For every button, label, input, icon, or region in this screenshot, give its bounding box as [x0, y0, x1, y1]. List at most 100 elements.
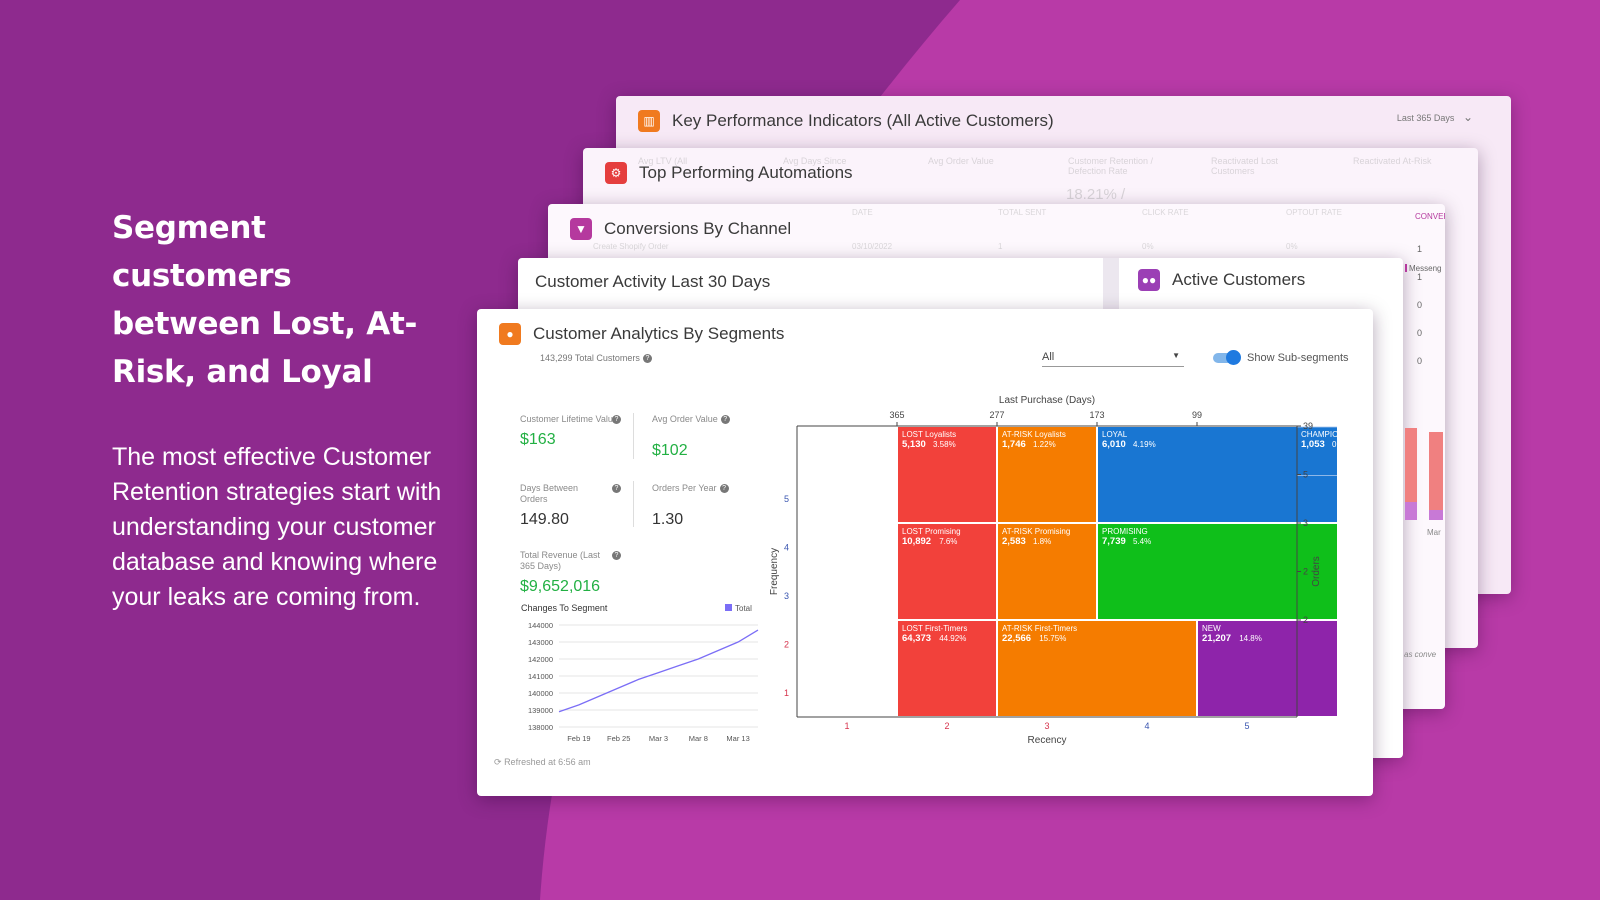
y-tick-label: 3	[784, 591, 789, 601]
toggle-label: Show Sub-segments	[1247, 352, 1349, 364]
segment-matrix-chart: Last Purchase (Days) 365 277 173 99 LOST Loya…	[769, 395, 1337, 746]
y-tick-label: 138000	[528, 723, 553, 732]
conversions-footer: as conve	[1404, 650, 1437, 659]
help-icon[interactable]: ?	[642, 354, 652, 364]
chevron-down-icon: ⌄	[1462, 110, 1473, 124]
segment-count: 6,010	[1102, 439, 1126, 450]
hero-body: The most effective Customer Retention st…	[112, 443, 442, 611]
hero-heading: Segment customers between Lost, At-Risk,…	[112, 210, 418, 390]
top-tick-label: 365	[889, 410, 904, 420]
x-tick-label: Mar 13	[726, 734, 749, 741]
segment-percent: 5.4%	[1133, 537, 1151, 546]
metric-ltv-label: Customer Lifetime Value	[520, 414, 618, 424]
segment-count: 21,207	[1202, 633, 1231, 644]
metric-revenue: Total Revenue (Last 365 Days) $9,652,016	[520, 550, 610, 596]
segment-name: LOYAL	[1102, 430, 1128, 439]
metric-orders-label: Orders Per Year	[652, 483, 717, 493]
legend-swatch	[1405, 264, 1407, 272]
metric-aov: Avg Order Value? $102	[652, 414, 762, 460]
y-tick-label: 5	[784, 494, 789, 504]
right-tick-label: 39	[1303, 421, 1313, 431]
right-tick-label: 3	[1303, 518, 1308, 528]
metric-orders-year: Orders Per Year? 1.30	[652, 483, 762, 529]
conversions-chart-fragment: Messeng Mar	[1405, 254, 1443, 554]
metric-aov-label: Avg Order Value	[652, 414, 718, 424]
segment-percent: 1.22%	[1033, 440, 1056, 449]
kpi-col-1: Avg LTV (All	[638, 156, 688, 166]
metric-ltv-value: $163	[520, 431, 556, 448]
help-icon[interactable]: ?	[612, 415, 621, 424]
top-tick-label: 277	[989, 410, 1004, 420]
metric-days-label: Days Between Orders	[520, 483, 579, 504]
segment-name: LOST First-Timers	[902, 624, 967, 633]
right-tick-label: 2	[1303, 615, 1308, 625]
segment-percent: 3.58%	[933, 440, 956, 449]
kpi-card-title: Key Performance Indicators (All Active C…	[672, 111, 1054, 130]
metric-orders-value: 1.30	[652, 511, 684, 528]
right-tick-label: 5	[1303, 470, 1308, 480]
active-customers-header: ●● Active Customers	[1138, 269, 1305, 291]
segment-name: PROMISING	[1102, 527, 1148, 536]
segment-count: 2,583	[1002, 536, 1026, 547]
help-icon[interactable]: ?	[719, 484, 729, 494]
top-tick-label: 99	[1192, 410, 1202, 420]
kpi-col-3: Avg Order Value	[928, 156, 994, 166]
total-customers: 143,299 Total Customers?	[540, 353, 652, 364]
x-axis-title: Recency	[1028, 735, 1067, 746]
segment-count: 10,892	[902, 536, 931, 547]
segment-filter-select[interactable]: All ▼	[1042, 351, 1184, 367]
y-tick-label: 2	[784, 639, 789, 649]
x-tick-label: Feb 25	[607, 734, 630, 741]
total-customers-label: 143,299 Total Customers	[540, 353, 640, 363]
date-range-select[interactable]: Last 365 Days ⌄	[1397, 110, 1473, 124]
segments-card-header: ● Customer Analytics By Segments	[499, 323, 784, 345]
kpi-card-header: ▥ Key Performance Indicators (All Active…	[638, 110, 1054, 132]
legend-label: Messeng	[1409, 264, 1442, 273]
auto-col-conv: CONVER	[1415, 212, 1445, 221]
sub-segments-toggle[interactable]: Show Sub-segments	[1213, 350, 1349, 365]
kpi-col-6: Reactivated At-Risk	[1353, 156, 1432, 166]
segment-name: LOST Loyalists	[902, 430, 956, 439]
y-tick-label: 1	[784, 688, 789, 698]
segment-count: 7,739	[1102, 536, 1126, 547]
y-tick-label: 144000	[528, 621, 553, 630]
help-icon[interactable]: ?	[612, 551, 621, 560]
x-tick-label: 2	[944, 721, 949, 731]
y-tick-label: 141000	[528, 672, 553, 681]
activity-card-title: Customer Activity Last 30 Days	[535, 272, 771, 291]
y-tick-label: 142000	[528, 655, 553, 664]
bar-2	[1429, 432, 1443, 520]
changes-line-chart: Changes To Segment Total 138000 139000 14000…	[521, 603, 759, 741]
segment-filter-value: All	[1042, 351, 1055, 363]
segments-card-title: Customer Analytics By Segments	[533, 324, 785, 343]
segment-percent: 1.8%	[1033, 537, 1051, 546]
segment-count: 1,746	[1002, 439, 1026, 450]
metric-divider	[633, 481, 634, 527]
metric-days-value: 149.80	[520, 511, 569, 528]
segment-name: NEW	[1202, 624, 1221, 633]
legend-label: Total	[735, 604, 752, 613]
help-icon[interactable]: ?	[612, 484, 621, 493]
y-axis-title: Frequency	[769, 548, 780, 595]
segment-percent: 44.92%	[939, 634, 966, 643]
y-tick-label: 139000	[528, 706, 553, 715]
x-tick-label: 4	[1144, 721, 1149, 731]
y-tick-label: 140000	[528, 689, 553, 698]
automations-card-title: Top Performing Automations	[639, 163, 853, 182]
help-icon[interactable]: ?	[720, 415, 730, 425]
metric-revenue-value: $9,652,016	[520, 578, 601, 595]
segment-name: CHAMPIONS	[1301, 430, 1337, 439]
x-tick-label: Mar 8	[689, 734, 708, 741]
users-icon: ●●	[1138, 269, 1160, 291]
x-tick-label: 1	[844, 721, 849, 731]
bar-2-stack	[1429, 510, 1443, 520]
refresh-icon[interactable]: ⟳	[494, 757, 502, 767]
refresh-label: Refreshed at 6:56 am	[504, 757, 591, 767]
robot-icon: ⚙	[605, 162, 627, 184]
segments-card: ● Customer Analytics By Segments 143,299…	[477, 309, 1373, 796]
legend-swatch	[725, 604, 732, 611]
x-tick-label: Feb 19	[567, 734, 590, 741]
x-tick-label: 5	[1244, 721, 1249, 731]
top-tick-label: 173	[1089, 410, 1104, 420]
bar-1-stack	[1405, 502, 1417, 520]
